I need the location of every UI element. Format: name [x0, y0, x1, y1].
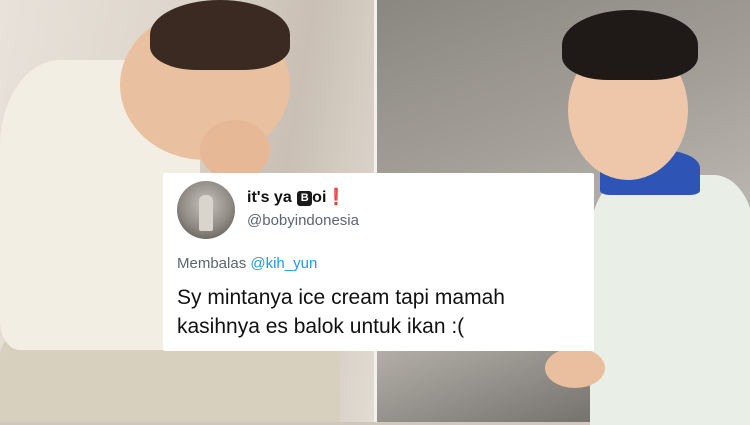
reply-to-link[interactable]: @kih_yun: [250, 255, 317, 272]
reply-context: Membalas @kih_yun: [177, 255, 317, 272]
user-handle[interactable]: @bobyindonesia: [247, 212, 359, 229]
child-shirt-patterned: [590, 175, 750, 425]
tweet-text: Sy mintanya ice cream tapi mamah kasihny…: [177, 286, 505, 338]
child-hand: [200, 120, 270, 180]
profile-picture-icon: [199, 195, 213, 231]
exclamation-icon: ❗: [326, 189, 347, 206]
tweet-card[interactable]: it's ya Boi❗ @bobyindonesia Membalas @ki…: [163, 173, 594, 351]
reply-prefix: Membalas: [177, 255, 247, 272]
display-name[interactable]: it's ya Boi❗: [247, 187, 346, 207]
child-hair: [562, 10, 698, 80]
child-hair: [150, 0, 290, 70]
child-hand: [545, 348, 605, 388]
avatar[interactable]: [177, 181, 235, 239]
display-name-suffix: oi: [312, 189, 327, 206]
letter-b-emoji-icon: B: [297, 191, 313, 206]
display-name-text: it's ya: [247, 189, 297, 206]
